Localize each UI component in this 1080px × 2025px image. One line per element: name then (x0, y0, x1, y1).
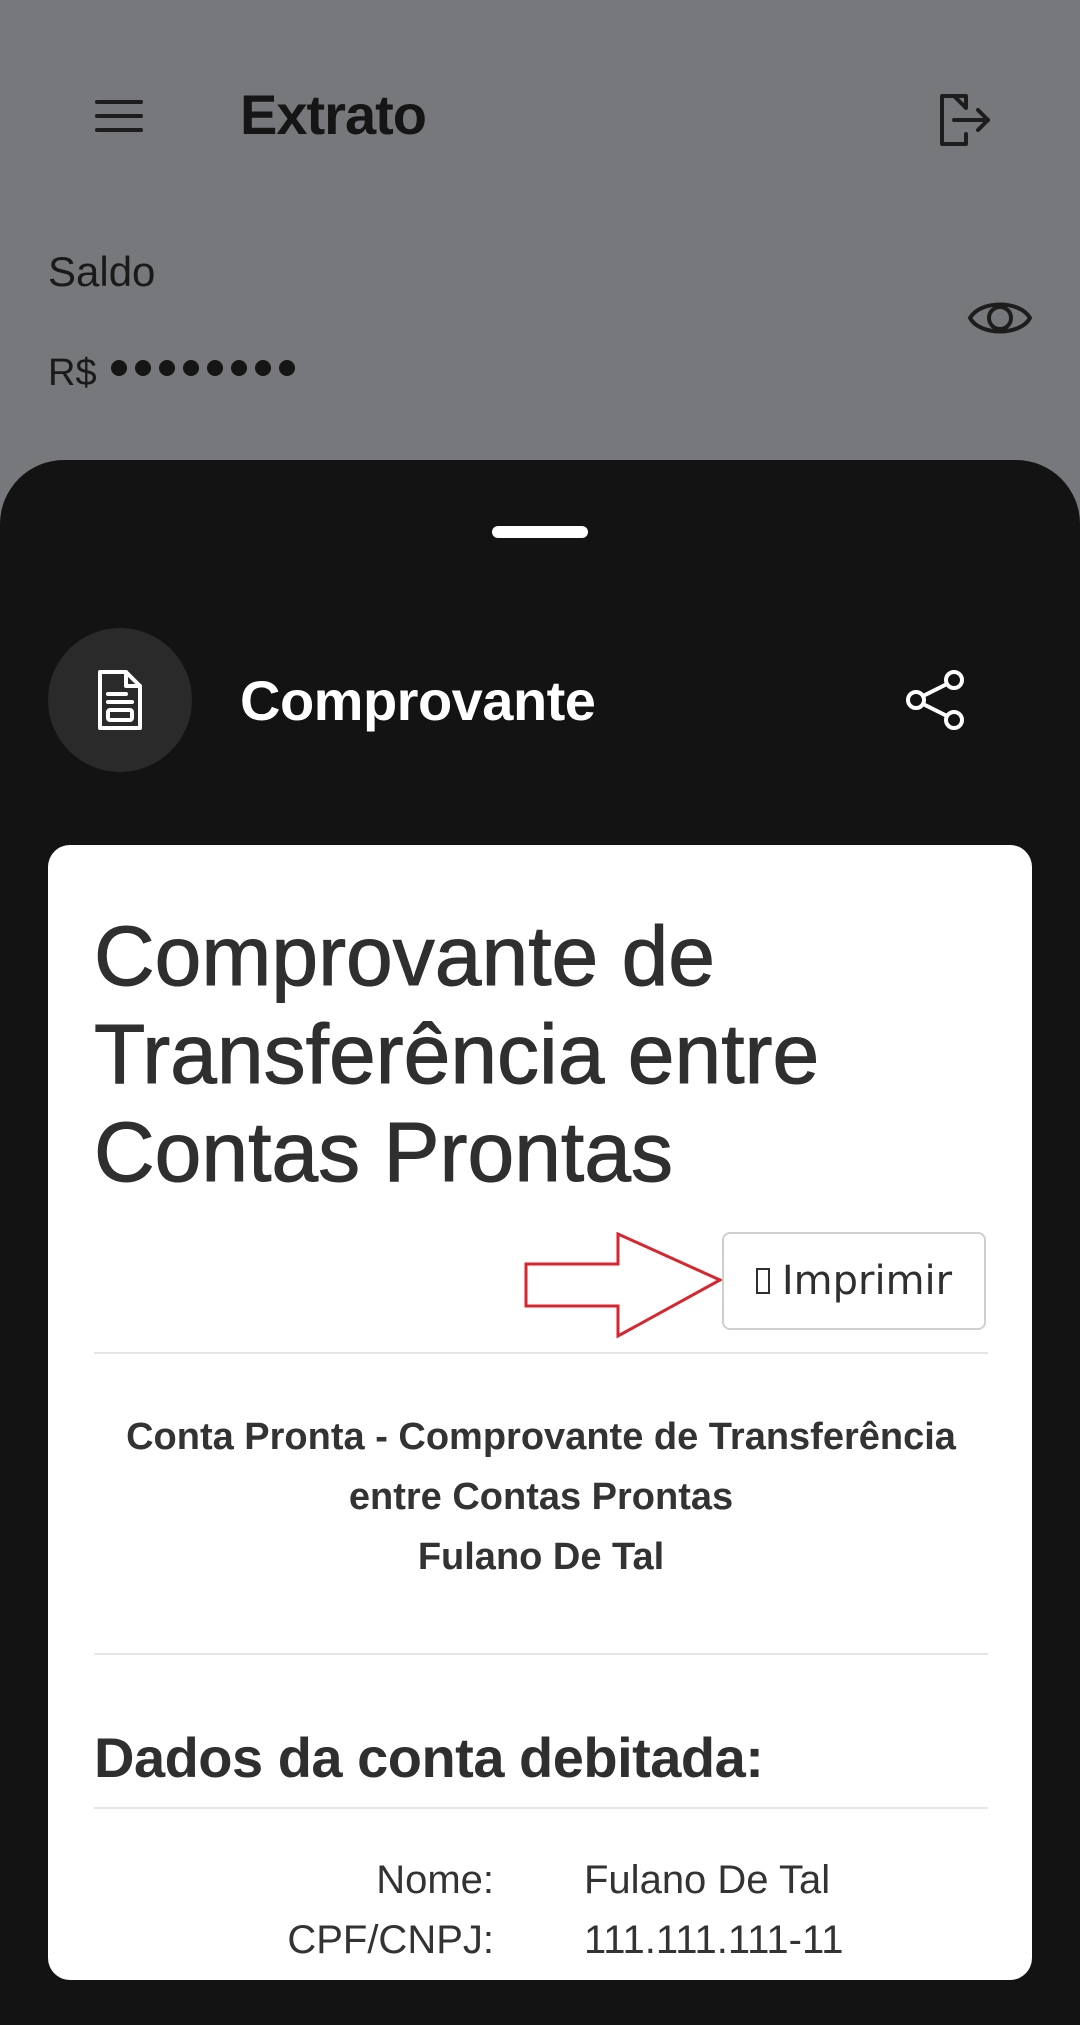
share-button[interactable] (902, 666, 970, 734)
logout-icon (940, 94, 990, 146)
document-icon (98, 670, 142, 730)
balance-masked (110, 360, 295, 376)
subtitle-line: Fulano De Tal (417, 1536, 665, 1578)
divider (94, 1352, 988, 1354)
drag-handle[interactable] (492, 526, 588, 538)
divider (94, 1807, 988, 1809)
sheet-title: Comprovante (240, 669, 596, 732)
receipt-title: Comprovante de Transferência entre Conta… (94, 909, 820, 1200)
app-bar: Extrato (0, 0, 1080, 235)
annotation-arrow-icon (524, 1232, 724, 1339)
eye-icon (967, 302, 1033, 334)
field-value: Fulano De Tal (584, 1858, 831, 1902)
toggle-balance-button[interactable] (966, 284, 1034, 352)
share-icon (906, 670, 964, 730)
receipt-sheet: Comprovante Comprovante de Transferência… (0, 460, 1080, 2025)
screen: Extrato Saldo R$ Comprovante Comprovante… (0, 0, 1080, 2025)
field-label: Nome: (376, 1858, 494, 1902)
logout-button[interactable] (926, 86, 994, 154)
document-avatar (48, 628, 192, 772)
divider (94, 1653, 988, 1655)
balance-label: Saldo (48, 248, 156, 295)
balance-value: R$ (48, 348, 295, 398)
field-label: CPF/CNPJ: (287, 1918, 494, 1962)
section-heading: Dados da conta debitada: (94, 1726, 764, 1789)
menu-icon (95, 100, 143, 104)
page-title: Extrato (240, 83, 427, 146)
subtitle-line: entre Contas Prontas (348, 1476, 734, 1518)
menu-button[interactable] (90, 92, 148, 138)
field-value: 111.111.111-11 (584, 1918, 844, 1962)
subtitle-line: Conta Pronta - Comprovante de Transferên… (126, 1416, 956, 1458)
receipt-subtitle: Conta Pronta - Comprovante de Transferên… (94, 1407, 988, 1587)
receipt-card: Comprovante de Transferência entre Conta… (48, 845, 1032, 1980)
print-button-label: Imprimir (781, 1258, 953, 1304)
balance-currency: R$ (48, 351, 97, 394)
field-row-nome: Nome: Fulano De Tal (94, 1858, 988, 1914)
print-icon (755, 1268, 770, 1294)
print-button[interactable]: Imprimir (722, 1232, 986, 1330)
field-row-cpf: CPF/CNPJ: 111.111.111-11 (94, 1918, 988, 1974)
